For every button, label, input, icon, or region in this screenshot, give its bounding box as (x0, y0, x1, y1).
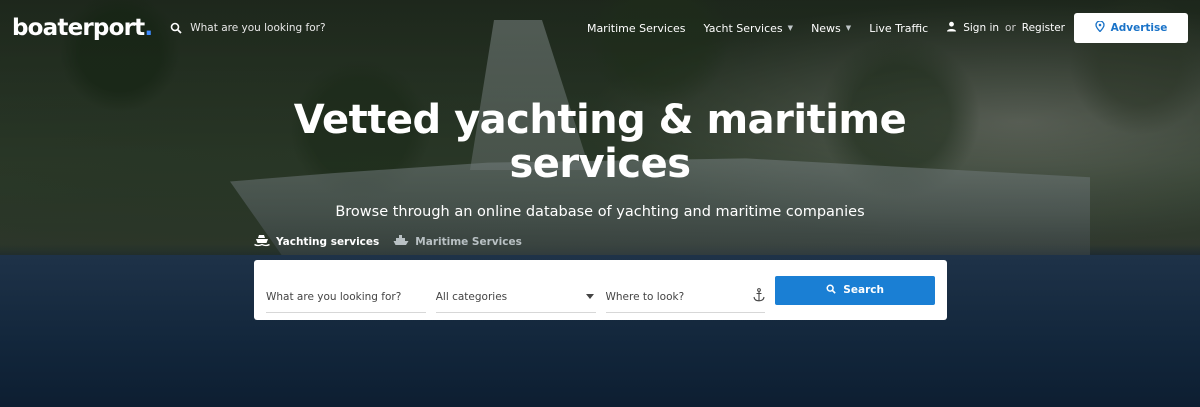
search-icon (826, 284, 837, 297)
nav-item-yacht-services[interactable]: Yacht Services ▼ (704, 22, 794, 35)
category-selected-value: All categories (435, 290, 508, 303)
what-field (266, 281, 426, 313)
hero-subheadline: Browse through an online database of yac… (335, 204, 865, 220)
advertise-button[interactable]: Advertise (1074, 13, 1188, 43)
search-button-label: Search (843, 284, 884, 296)
logo-text: boaterport (12, 15, 145, 41)
where-input[interactable] (605, 290, 754, 303)
chevron-down-icon: ▼ (787, 24, 794, 32)
nav-item-label: Maritime Services (586, 21, 686, 35)
nav-item-news[interactable]: News ▼ (811, 22, 851, 35)
chevron-down-icon: ▼ (845, 24, 852, 32)
caret-down-icon (585, 294, 594, 299)
tab-label: Maritime Services (415, 235, 522, 248)
logo-dot: . (144, 15, 153, 41)
signin-register-link[interactable]: Sign in or Register (946, 21, 1065, 35)
what-input[interactable] (266, 290, 426, 303)
ship-icon (393, 233, 409, 250)
nav-item-live-traffic[interactable]: Live Traffic (869, 22, 928, 35)
search-button[interactable]: Search (775, 275, 935, 305)
headline-line-1: Vetted yachting & maritime (293, 97, 907, 143)
register-label: Register (1021, 22, 1065, 34)
nav-item-label: Yacht Services (703, 21, 783, 35)
nav-item-label: Live Traffic (869, 21, 929, 35)
user-icon (946, 21, 957, 35)
site-header: boaterport. Maritime Services Yacht Serv… (0, 0, 1200, 56)
nav-item-maritime-services[interactable]: Maritime Services (587, 22, 686, 35)
category-select[interactable]: All categories (435, 281, 596, 313)
header-search (170, 19, 370, 38)
tab-label: Yachting services (276, 235, 380, 248)
search-icon (170, 19, 182, 38)
location-pin-icon (1094, 20, 1105, 35)
where-field (605, 281, 766, 313)
anchor-icon[interactable] (753, 287, 765, 306)
search-form: All categories Search (254, 260, 947, 320)
or-label: or (1005, 22, 1016, 34)
header-search-input[interactable] (190, 22, 361, 34)
hero-headline: Vetted yachting & maritime services (0, 98, 1200, 186)
tab-maritime-services[interactable]: Maritime Services (393, 233, 522, 250)
headline-line-2: services (509, 141, 691, 187)
advertise-label: Advertise (1110, 22, 1168, 34)
nav-item-label: News (811, 21, 841, 35)
yacht-icon (254, 233, 270, 250)
boaterport-logo[interactable]: boaterport. (12, 15, 153, 41)
tab-yachting-services[interactable]: Yachting services (254, 233, 379, 250)
main-nav: Maritime Services Yacht Services ▼ News … (587, 13, 1188, 43)
service-tabs: Yachting services Maritime Services (254, 233, 522, 250)
signin-label: Sign in (963, 22, 1000, 34)
